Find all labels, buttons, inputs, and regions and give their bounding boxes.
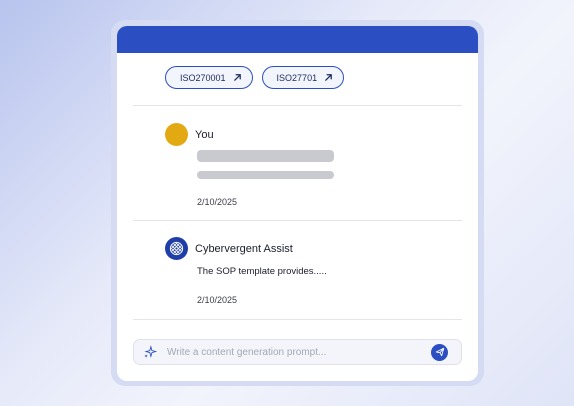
panel-header <box>117 26 478 53</box>
send-button[interactable] <box>431 343 448 361</box>
sparkle-icon <box>144 345 157 359</box>
assistant-message-header: Cybervergent Assist <box>165 237 293 260</box>
arrow-up-right-icon <box>233 74 241 81</box>
message-placeholder-line <box>197 150 334 162</box>
prompt-composer <box>133 339 462 365</box>
message-timestamp: 2/10/2025 <box>197 197 238 207</box>
prompt-input[interactable] <box>167 346 431 358</box>
assistant-message-text: The SOP template provides..... <box>197 266 327 277</box>
user-avatar <box>165 123 188 146</box>
sender-name: Cybervergent Assist <box>195 242 293 255</box>
chat-panel: ISO270001 ISO27701 You 2/10/2025 Cyberve… <box>117 26 478 381</box>
divider <box>133 105 462 106</box>
sender-name: You <box>195 128 214 141</box>
divider <box>133 220 462 221</box>
reference-links: ISO270001 ISO27701 <box>165 66 345 89</box>
message-timestamp: 2/10/2025 <box>197 295 238 305</box>
message-placeholder-line <box>197 171 334 179</box>
assistant-avatar <box>165 237 188 260</box>
arrow-up-right-icon <box>325 74 332 81</box>
user-message-header: You <box>165 123 214 146</box>
ref-chip-iso270001[interactable]: ISO270001 <box>165 66 253 89</box>
ref-label: ISO27701 <box>276 72 318 83</box>
send-icon <box>435 347 444 357</box>
divider <box>133 319 462 320</box>
globe-grid-icon <box>169 241 184 256</box>
ref-label: ISO270001 <box>180 72 226 83</box>
ref-chip-iso27701[interactable]: ISO27701 <box>261 66 345 89</box>
